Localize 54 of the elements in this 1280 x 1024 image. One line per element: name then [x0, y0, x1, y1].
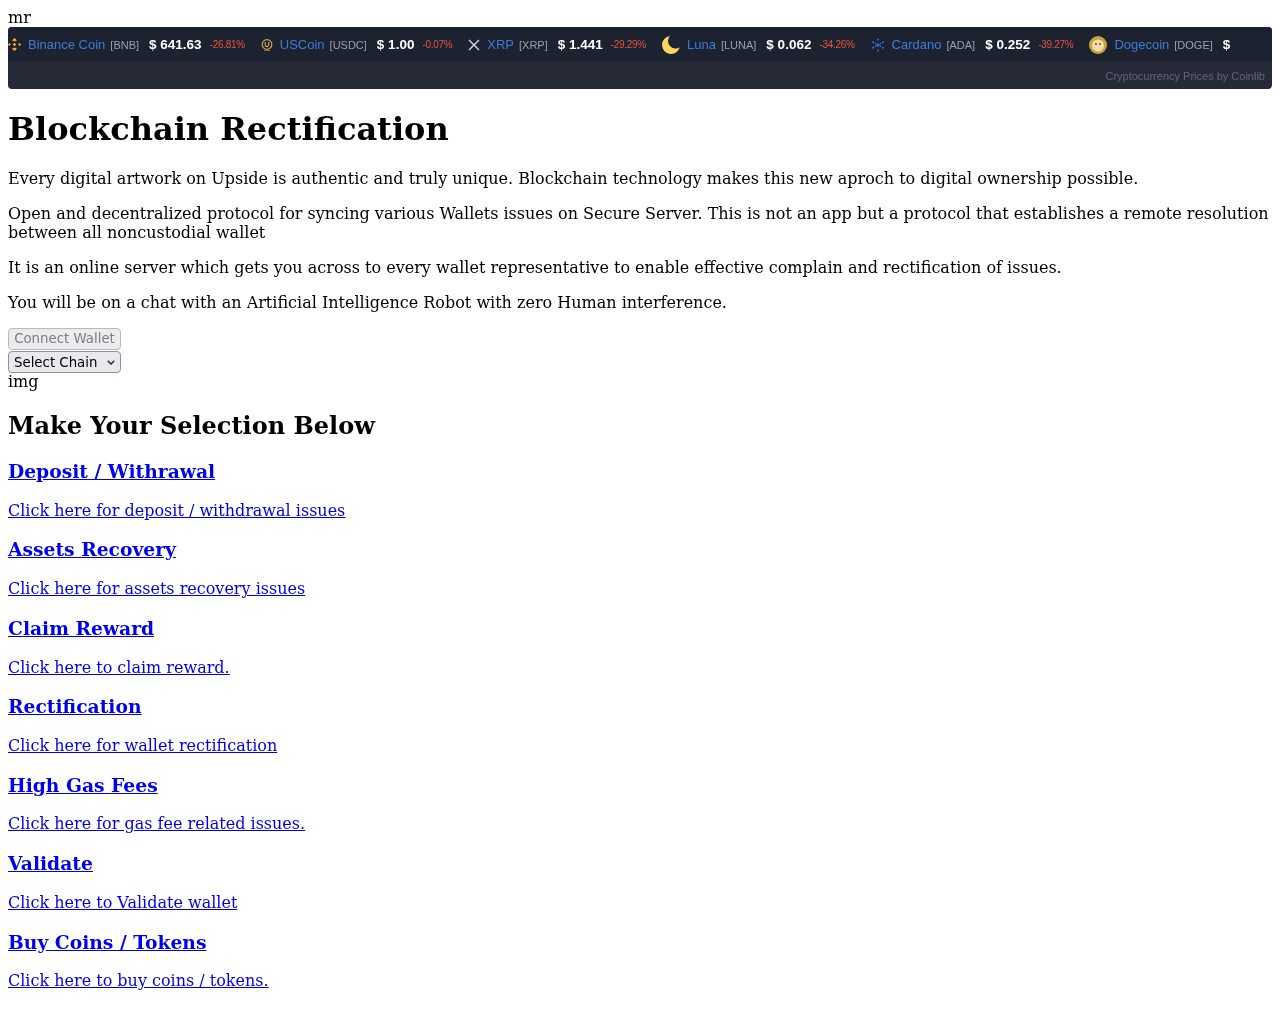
- coin-name-link[interactable]: XRP: [487, 37, 515, 52]
- coin-name-link[interactable]: Binance Coin: [28, 37, 106, 52]
- coin-symbol: [LUNA]: [720, 38, 757, 51]
- coin-price: $ 0.062: [766, 37, 812, 52]
- coin-symbol: [ADA]: [946, 38, 976, 51]
- body-paragraph: It is an online server which gets you across to every wallet representative to enable effective complain and rectification of issues.: [8, 258, 1063, 277]
- price-change: -0.07%: [422, 39, 453, 50]
- image-alt-text: img: [8, 373, 40, 391]
- option-link[interactable]: Click here for assets recovery issues: [8, 579, 306, 599]
- coin-price: $ 641.63: [149, 37, 202, 52]
- coin-price: $: [1222, 37, 1231, 52]
- dotted-circle-icon: [870, 37, 885, 52]
- option-link[interactable]: Click here for deposit / withdrawal issues: [8, 500, 346, 520]
- option-heading-link[interactable]: Buy Coins / Tokens: [8, 930, 207, 953]
- header-text: mr: [8, 8, 32, 27]
- option-link[interactable]: Click here for gas fee related issues.: [8, 814, 306, 834]
- section-heading: Make Your Selection Below: [8, 411, 377, 440]
- price-change: -26.81%: [209, 39, 245, 50]
- page-title: Blockchain Rectification: [8, 110, 450, 148]
- coin-name-link[interactable]: Cardano: [891, 37, 942, 52]
- coin-name-link[interactable]: Luna: [686, 37, 716, 52]
- option-heading-link[interactable]: Claim Reward: [8, 616, 155, 639]
- option-heading-link[interactable]: Validate: [8, 852, 93, 875]
- price-change: -29.29%: [610, 39, 646, 50]
- coin-price: $ 1.441: [557, 37, 603, 52]
- body-paragraph: Open and decentralized protocol for syncing various Wallets issues on Secure Server. This is not an app but a protocol that establishes a remote resolution between all noncustodial wallet: [8, 204, 1270, 242]
- option-link[interactable]: Click here for wallet rectification: [8, 736, 278, 756]
- option-heading-link[interactable]: Assets Recovery: [8, 538, 176, 561]
- x-mark-icon: [468, 38, 481, 51]
- ticker-credit: Cryptocurrency Prices by Coinlib: [1105, 69, 1265, 82]
- coin-name-link[interactable]: Dogecoin: [1114, 37, 1170, 52]
- coin-symbol: [USDC]: [329, 38, 367, 51]
- caret-icon: [107, 359, 115, 365]
- body-paragraph: Every digital artwork on Upside is authentic and truly unique. Blockchain technology makes this new aproch to digital ownership possible.: [8, 169, 1140, 188]
- diamond-logo-icon: [8, 38, 21, 51]
- option-link[interactable]: Click here to buy coins / tokens.: [8, 971, 269, 991]
- option-heading-link[interactable]: Deposit / Withrawal: [8, 460, 216, 482]
- price-change: -39.27%: [1038, 39, 1074, 50]
- coin-icon: [260, 38, 273, 51]
- option-link[interactable]: Click here to claim reward.: [8, 657, 230, 677]
- chain-select[interactable]: Select Chain: [8, 351, 121, 373]
- option-heading-link[interactable]: High Gas Fees: [8, 773, 158, 796]
- price-change: -34.26%: [819, 39, 855, 50]
- coin-price: $ 0.252: [985, 37, 1031, 52]
- crescent-icon: [661, 35, 680, 54]
- coin-symbol: [DOGE]: [1174, 38, 1213, 51]
- coin-symbol: [BNB]: [110, 38, 140, 51]
- option-link[interactable]: Click here to Validate wallet: [8, 892, 238, 912]
- coin-symbol: [XRP]: [519, 38, 548, 51]
- body-paragraph: You will be on a chat with an Artificial Intelligence Robot with zero Human interference.: [8, 293, 728, 312]
- coin-name-link[interactable]: USCoin: [279, 37, 325, 52]
- coin-face-icon: [1089, 35, 1108, 54]
- coin-price: $ 1.00: [376, 37, 415, 52]
- option-heading-link[interactable]: Rectification: [8, 695, 142, 718]
